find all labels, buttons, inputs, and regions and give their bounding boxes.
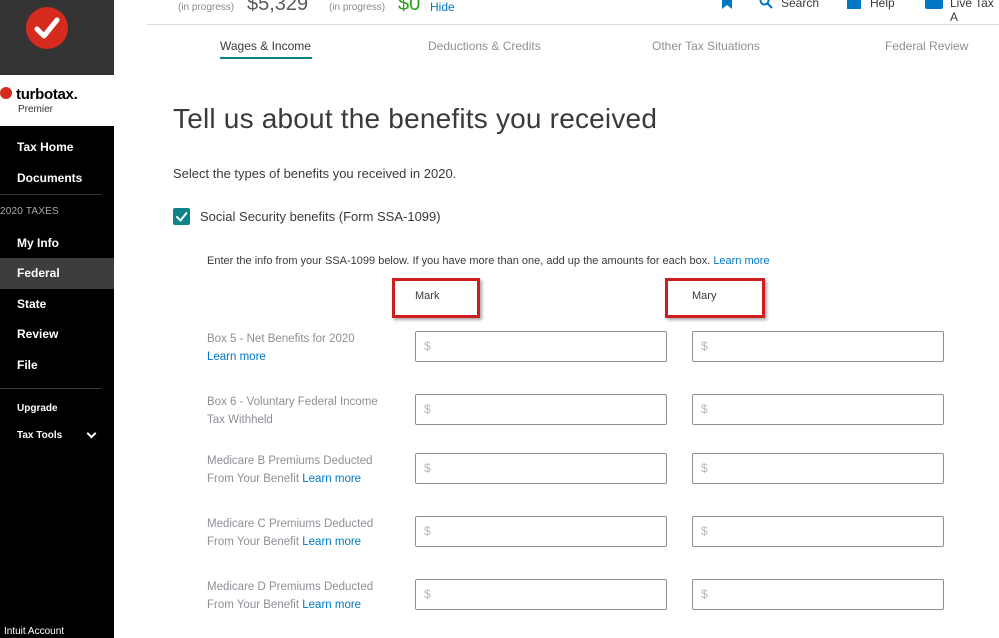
learn-more-link[interactable]: Learn more [302,473,361,485]
currency-symbol: $ [424,402,431,416]
search-icon[interactable] [759,0,773,9]
row-label-text: Medicare B Premiums Deducted [207,455,373,467]
row-label-text: Tax Withheld [207,414,273,426]
sidebar-divider [0,194,101,195]
state-refund-amount: $0 [398,0,421,15]
brand-name: turbotax. [16,86,78,103]
instructions-text: Enter the info from your SSA-1099 below.… [207,255,711,267]
column-header-mary: Mary [692,290,717,302]
checkmark-icon [176,212,188,222]
currency-symbol: $ [424,339,431,353]
row-label-box5: Box 5 - Net Benefits for 2020 Learn more [207,330,392,366]
row-label-text: From Your Benefit [207,473,300,485]
row-label-text: Box 5 - Net Benefits for 2020 [207,333,355,345]
state-status: (in progress) [329,2,386,13]
currency-symbol: $ [701,461,708,475]
learn-more-link[interactable]: Learn more [207,351,266,363]
row-label-text: Medicare D Premiums Deducted [207,581,374,593]
row-label-medicare-b: Medicare B Premiums Deducted From Your B… [207,452,392,488]
currency-symbol: $ [701,402,708,416]
box6-mary-input[interactable]: $ [692,394,944,425]
learn-more-link[interactable]: Learn more [302,599,361,611]
hide-link[interactable]: Hide [430,0,455,14]
brand-edition: Premier [18,104,54,115]
sidebar-item-intuit-account[interactable]: Intuit Account [4,626,64,637]
logo-area [0,0,114,75]
medicare-b-mary-input[interactable]: $ [692,453,944,484]
brand-check-icon [0,87,12,99]
currency-symbol: $ [701,524,708,538]
sidebar-item-state[interactable]: State [17,297,46,311]
sidebar: turbotax. Premier Tax Home Documents 202… [0,0,114,638]
live-tax-advice-link[interactable]: Live Tax A [950,0,999,24]
row-label-medicare-d: Medicare D Premiums Deducted From Your B… [207,578,392,614]
currency-symbol: $ [424,587,431,601]
tab-wages-income[interactable]: Wages & Income [220,39,311,53]
tab-federal-review[interactable]: Federal Review [885,39,968,53]
ssa-instructions: Enter the info from your SSA-1099 below.… [207,255,770,267]
bookmark-icon[interactable] [720,0,734,9]
live-help-icon[interactable] [925,0,943,9]
federal-refund-amount: $5,329 [247,0,309,15]
tab-deductions-credits[interactable]: Deductions & Credits [428,39,541,53]
column-header-mark: Mark [415,290,440,302]
learn-more-link[interactable]: Learn more [713,255,769,267]
chevron-down-icon[interactable] [86,428,97,439]
learn-more-link[interactable]: Learn more [302,536,361,548]
box5-mary-input[interactable]: $ [692,331,944,362]
search-link[interactable]: Search [781,0,819,10]
help-link[interactable]: Help [870,0,895,10]
section-tabs: Wages & Income Deductions & Credits Othe… [147,26,999,71]
box6-mark-input[interactable]: $ [415,394,667,425]
row-label-text: From Your Benefit [207,599,300,611]
medicare-c-mark-input[interactable]: $ [415,516,667,547]
sidebar-item-my-info[interactable]: My Info [17,236,59,250]
sidebar-item-review[interactable]: Review [17,327,58,341]
currency-symbol: $ [424,461,431,475]
federal-status: (in progress) [178,2,235,13]
currency-symbol: $ [701,587,708,601]
medicare-c-mary-input[interactable]: $ [692,516,944,547]
row-label-medicare-c: Medicare C Premiums Deducted From Your B… [207,515,392,551]
row-label-text: From Your Benefit [207,536,300,548]
social-security-checkbox-label[interactable]: Social Security benefits (Form SSA-1099) [200,209,441,224]
box5-mark-input[interactable]: $ [415,331,667,362]
row-label-text: Box 6 - Voluntary Federal Income [207,396,378,408]
sidebar-item-documents[interactable]: Documents [17,171,82,185]
sidebar-item-file[interactable]: File [17,358,38,372]
turbotax-check-icon[interactable] [26,7,68,49]
social-security-checkbox[interactable] [173,208,190,225]
sidebar-section-label: 2020 TAXES [0,206,59,217]
intro-text: Select the types of benefits you receive… [173,166,457,181]
page-title: Tell us about the benefits you received [173,103,658,134]
row-label-box6: Box 6 - Voluntary Federal Income Tax Wit… [207,393,392,429]
currency-symbol: $ [424,524,431,538]
sidebar-item-tax-home[interactable]: Tax Home [17,140,73,154]
sidebar-item-tax-tools[interactable]: Tax Tools [17,430,62,441]
refund-monitor-bar: (in progress) $5,329 (in progress) $0 Hi… [147,0,999,25]
currency-symbol: $ [701,339,708,353]
sidebar-item-federal[interactable]: Federal [17,266,60,280]
medicare-d-mary-input[interactable]: $ [692,579,944,610]
sidebar-divider [0,388,101,389]
active-tab-indicator [220,57,312,59]
medicare-b-mark-input[interactable]: $ [415,453,667,484]
sidebar-item-upgrade[interactable]: Upgrade [17,403,58,414]
row-label-text: Medicare C Premiums Deducted [207,518,374,530]
help-icon[interactable] [847,0,861,9]
tab-other-tax-situations[interactable]: Other Tax Situations [652,39,760,53]
brand-row: turbotax. Premier [0,75,114,126]
medicare-d-mark-input[interactable]: $ [415,579,667,610]
